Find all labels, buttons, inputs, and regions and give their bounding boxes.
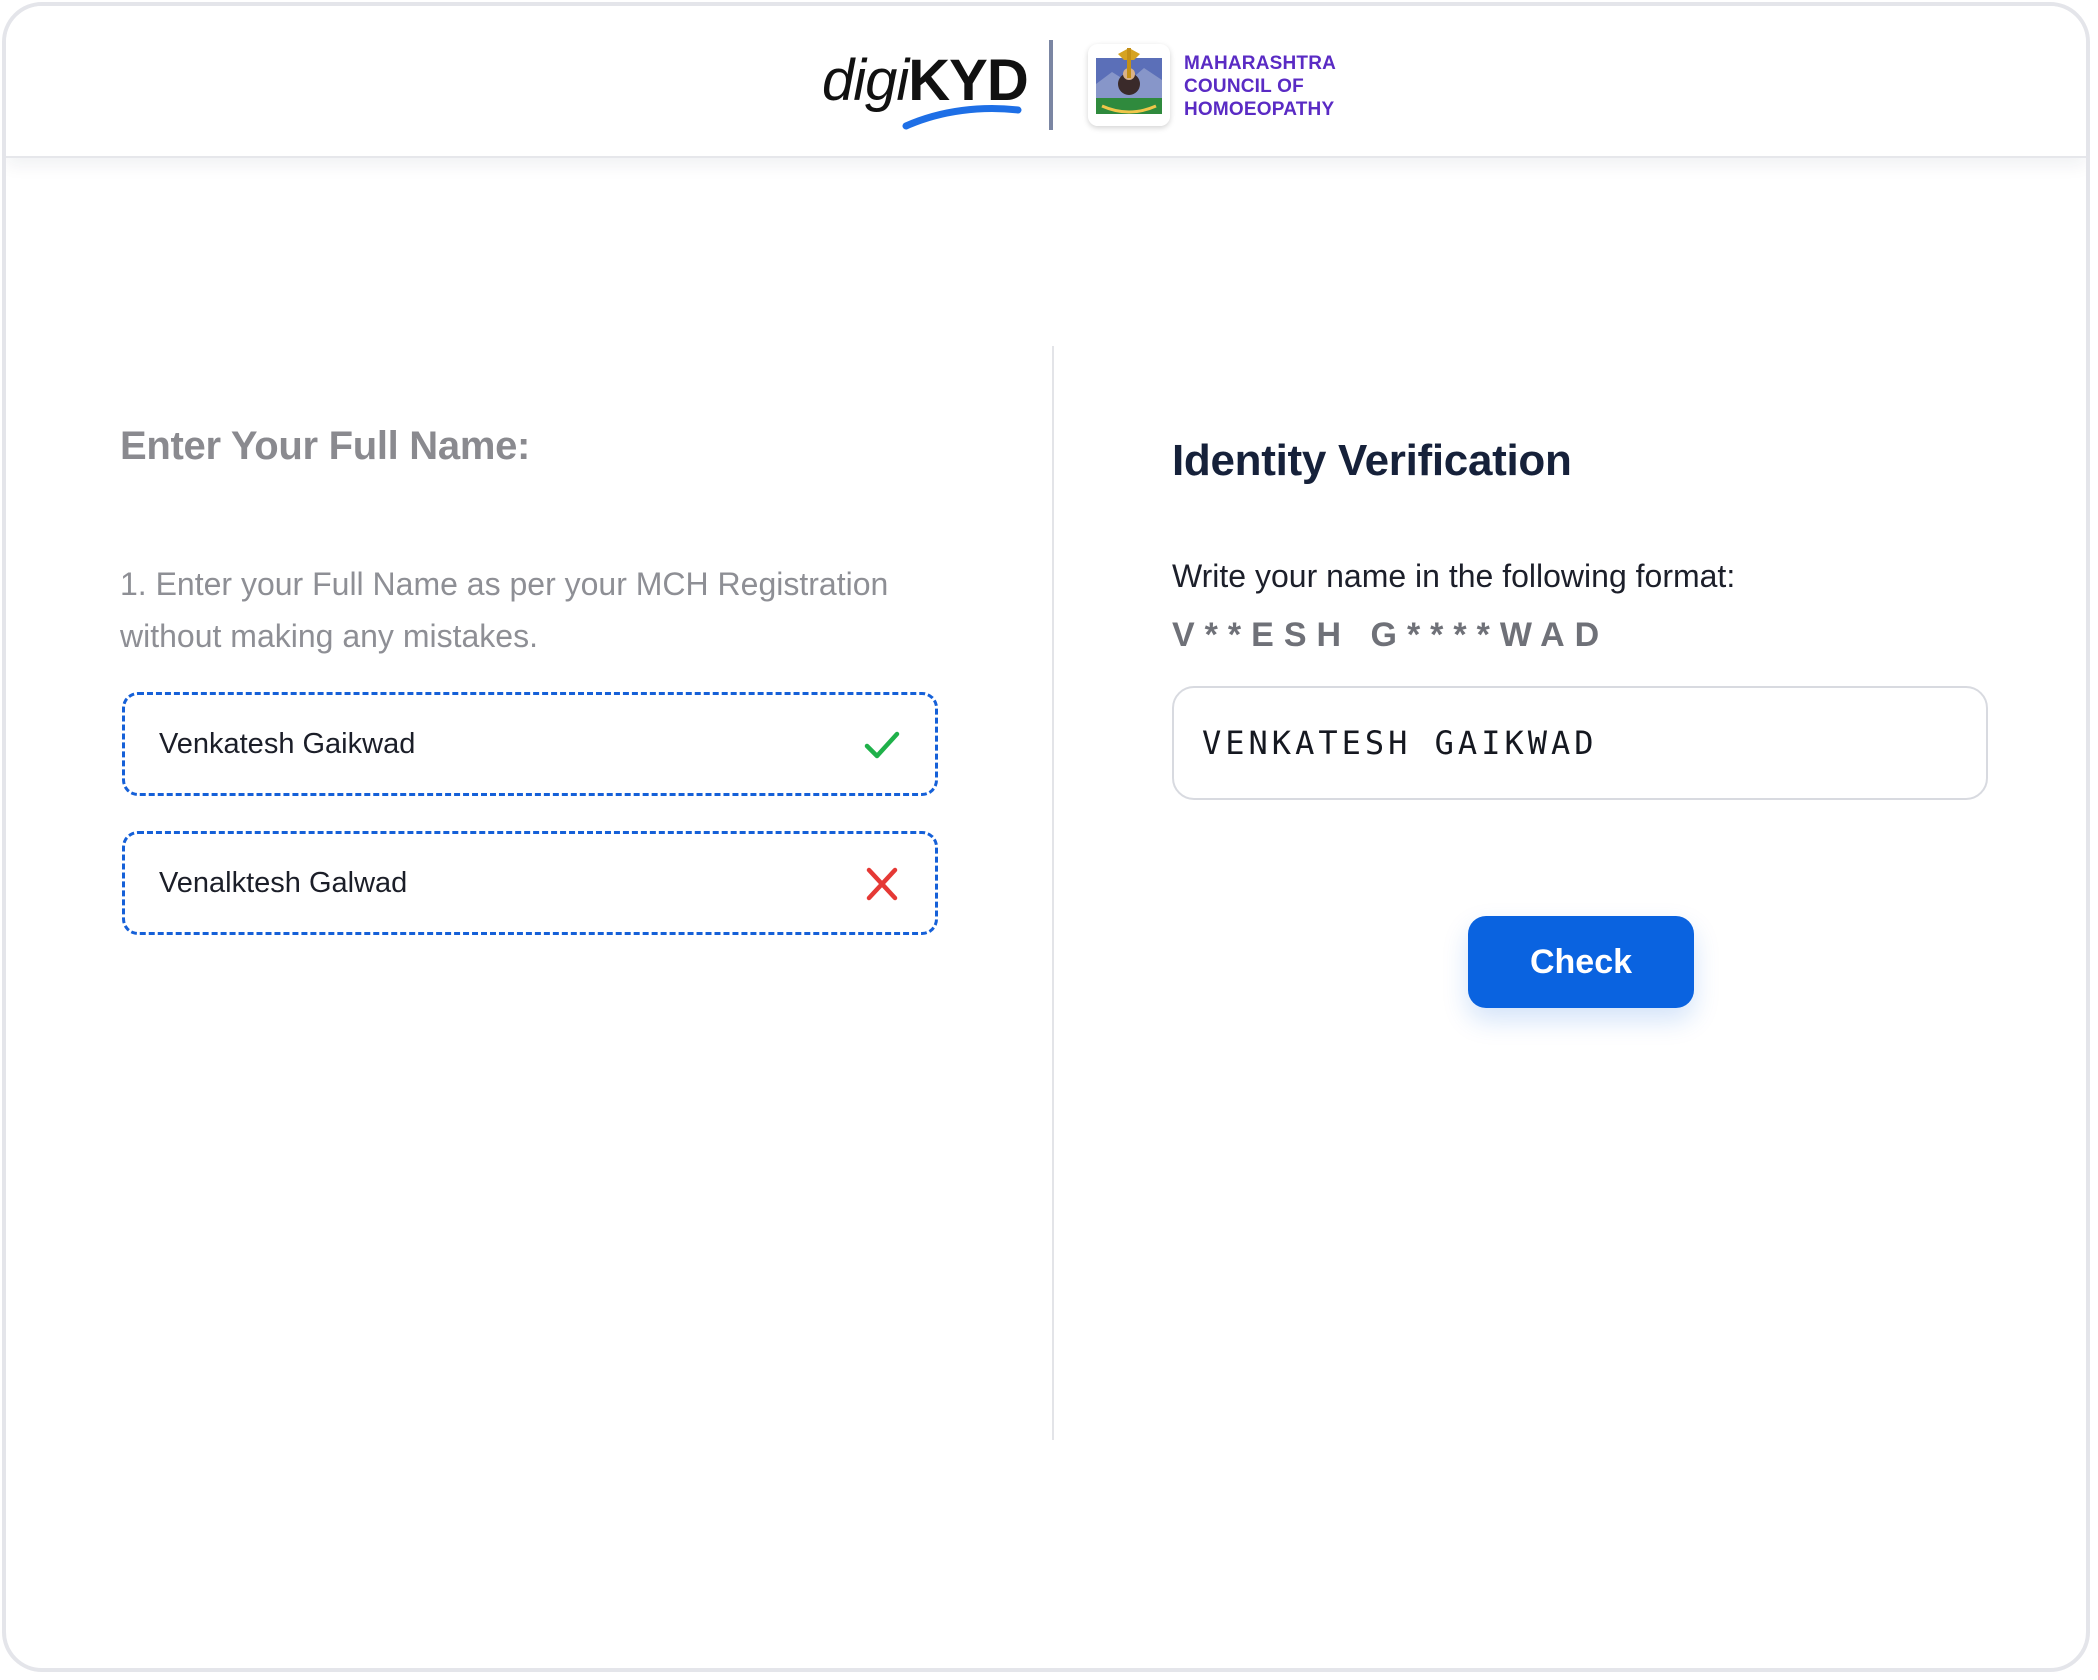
identity-verification-title: Identity Verification — [1172, 436, 1572, 485]
app-window: digiKYD MAHARASHTRA COUNCIL OF HOMOEOPAT… — [2, 2, 2090, 1672]
close-icon — [866, 867, 898, 901]
check-button[interactable]: Check — [1468, 916, 1694, 1008]
name-instruction: 1. Enter your Full Name as per your MCH … — [120, 566, 889, 654]
header-bar: digiKYD MAHARASHTRA COUNCIL OF HOMOEOPAT… — [6, 6, 2086, 158]
full-name-input[interactable] — [1172, 686, 1988, 800]
check-icon — [864, 731, 900, 759]
brand-prefix: digi — [822, 48, 909, 113]
digikyd-logo: digiKYD — [822, 42, 1029, 132]
brand-swoosh-icon — [902, 105, 1022, 130]
header-divider — [1049, 40, 1053, 130]
council-emblem-icon — [1088, 44, 1170, 126]
name-option-correct: Venkatesh Gaikwad — [122, 692, 938, 796]
name-option-incorrect: Venalktesh Galwad — [122, 831, 938, 935]
name-option-label: Venalktesh Galwad — [159, 867, 408, 899]
column-divider — [1052, 346, 1054, 1440]
left-panel-title: Enter Your Full Name: — [120, 424, 531, 468]
format-instruction: Write your name in the following format: — [1172, 558, 1736, 594]
council-name: MAHARASHTRA COUNCIL OF HOMOEOPATHY — [1184, 53, 1337, 120]
name-option-label: Venkatesh Gaikwad — [159, 728, 416, 760]
name-format-mask: V**ESH G****WAD — [1172, 616, 1610, 654]
